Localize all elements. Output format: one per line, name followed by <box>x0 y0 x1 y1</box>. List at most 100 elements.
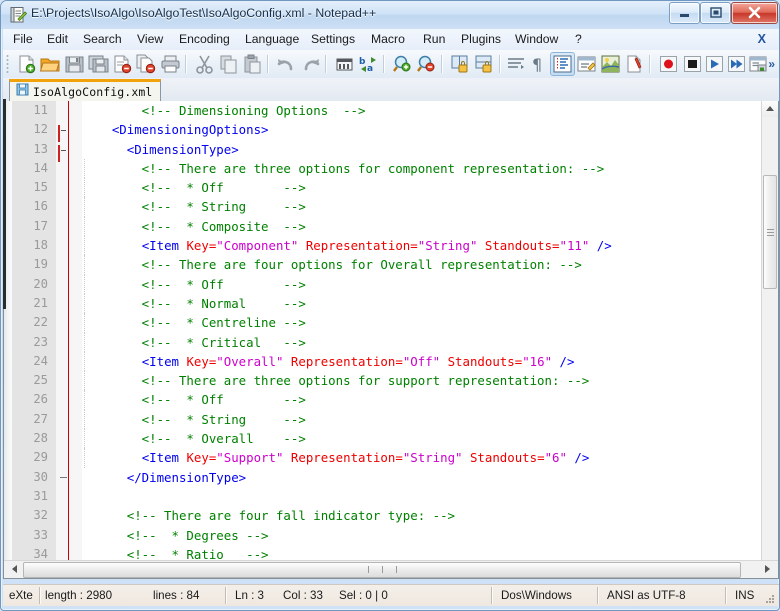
line-number: 21 <box>12 294 48 313</box>
fold-toggle-icon[interactable] <box>58 144 69 155</box>
title-bar: E:\Projects\IsoAlgo\IsoAlgoTest\IsoAlgoC… <box>1 1 780 29</box>
menu-item-plugins[interactable]: Plugins <box>455 29 507 50</box>
code-text: <!-- * Normal --> <box>82 294 306 313</box>
code-text: <!-- * Ratio --> <box>82 545 269 561</box>
fold-end-marker <box>60 477 67 478</box>
stop-recording-icon[interactable] <box>681 53 704 75</box>
zoom-out-icon[interactable] <box>415 53 438 75</box>
code-line: 16 <!-- * String --> <box>12 197 762 216</box>
line-number: 11 <box>12 101 48 120</box>
menu-item-file[interactable]: File <box>7 29 39 50</box>
find-icon[interactable] <box>333 53 356 75</box>
code-text: <!-- * Off --> <box>82 390 306 409</box>
close-document-button[interactable]: X <box>753 29 771 50</box>
line-number: 29 <box>12 448 48 467</box>
run-multiple-times-icon[interactable] <box>725 53 748 75</box>
resize-grip[interactable] <box>764 592 776 604</box>
menu-item-settings[interactable]: Settings <box>305 29 361 50</box>
menu-item-view[interactable]: View <box>131 29 169 50</box>
show-all-characters-icon[interactable]: ¶ <box>527 53 550 75</box>
close-button[interactable] <box>731 2 778 24</box>
start-recording-icon[interactable] <box>657 53 680 75</box>
user-defined-language-icon[interactable] <box>575 53 598 75</box>
toolbar-grip[interactable] <box>6 54 10 74</box>
document-map-icon[interactable] <box>599 53 622 75</box>
code-text: <!-- * Off --> <box>82 275 306 294</box>
cut-icon[interactable] <box>193 53 216 75</box>
toolbar-separator <box>185 55 187 73</box>
menu-item-edit[interactable]: Edit <box>41 29 74 50</box>
zoom-in-icon[interactable] <box>391 53 414 75</box>
menu-item-window[interactable]: Window <box>509 29 564 50</box>
print-icon[interactable] <box>159 53 182 75</box>
scroll-right-button[interactable] <box>760 561 776 577</box>
horizontal-scroll-thumb[interactable] <box>23 562 741 578</box>
code-line: 28 <!-- * Overall --> <box>12 429 762 448</box>
save-icon[interactable] <box>63 53 86 75</box>
maximize-restore-button[interactable] <box>700 2 731 24</box>
toolbar-overflow-button[interactable]: » <box>768 57 775 71</box>
code-line: 18 <Item Key="Component" Representation=… <box>12 236 762 255</box>
open-file-icon[interactable] <box>39 53 62 75</box>
replace-icon[interactable]: b a <box>357 53 380 75</box>
toolbar-separator <box>325 55 327 73</box>
menu-item-encoding[interactable]: Encoding <box>173 29 236 50</box>
status-lines: lines : 84 <box>153 585 233 606</box>
line-number: 26 <box>12 390 48 409</box>
save-macro-icon[interactable] <box>747 53 770 75</box>
code-line: 24 <Item Key="Overall" Representation="O… <box>12 352 762 371</box>
menu-item-macro[interactable]: Macro <box>365 29 411 50</box>
code-text: <DimensioningOptions> <box>82 120 269 139</box>
sync-horizontal-scroll-icon[interactable] <box>473 53 496 75</box>
menu-item-language[interactable]: Language <box>239 29 305 50</box>
minimize-button[interactable] <box>669 2 700 24</box>
menu-item-help[interactable]: ? <box>569 29 588 50</box>
code-text: <!-- * Centreline --> <box>82 313 306 332</box>
code-line: 14 <!-- There are three options for comp… <box>12 159 762 178</box>
line-number: 23 <box>12 333 48 352</box>
editor-scroll-edge <box>3 99 6 309</box>
code-text: <!-- * Composite --> <box>82 217 306 236</box>
status-doc-type: eXte <box>9 585 37 606</box>
close-all-files-icon[interactable] <box>135 53 158 75</box>
status-selection: Sel : 0 | 0 <box>339 585 419 606</box>
redo-icon[interactable] <box>299 53 322 75</box>
sync-vertical-scroll-icon[interactable] <box>449 53 472 75</box>
copy-icon[interactable] <box>217 53 240 75</box>
scroll-up-button[interactable] <box>762 101 778 117</box>
menu-item-search[interactable]: Search <box>77 29 128 50</box>
code-text: <!-- There are four fall indicator type:… <box>82 506 455 525</box>
save-all-icon[interactable] <box>87 53 110 75</box>
line-number: 27 <box>12 410 48 429</box>
line-number: 19 <box>12 255 48 274</box>
scroll-left-button[interactable] <box>6 561 22 577</box>
playback-icon[interactable] <box>703 53 726 75</box>
tab-label: IsoAlgoConfig.xml <box>33 85 152 99</box>
tab-isoalgoconfig-xml[interactable]: IsoAlgoConfig.xml <box>9 79 161 101</box>
code-line: 22 <!-- * Centreline --> <box>12 313 762 332</box>
horizontal-scrollbar[interactable] <box>4 560 778 578</box>
menu-bar: File Edit Search View Encoding Language … <box>3 29 779 51</box>
line-number: 12 <box>12 120 48 139</box>
function-list-icon[interactable] <box>623 53 646 75</box>
word-wrap-icon[interactable] <box>505 53 528 75</box>
vertical-scroll-thumb[interactable] <box>763 175 777 289</box>
fold-toggle-icon[interactable] <box>58 124 69 135</box>
toolbar-separator <box>499 55 501 73</box>
new-file-icon[interactable] <box>15 53 38 75</box>
code-text: <Item Key="Support" Representation="Stri… <box>82 448 589 467</box>
close-file-icon[interactable] <box>111 53 134 75</box>
toolbar-separator <box>383 55 385 73</box>
code-text: <Item Key="Component" Representation="St… <box>82 236 612 255</box>
undo-icon[interactable] <box>275 53 298 75</box>
code-line: 26 <!-- * Off --> <box>12 390 762 409</box>
vertical-scrollbar[interactable] <box>761 101 778 561</box>
code-view[interactable]: 11 <!-- Dimensioning Options -->12 <Dime… <box>12 101 762 561</box>
line-number: 30 <box>12 468 48 487</box>
menu-item-run[interactable]: Run <box>417 29 451 50</box>
saved-document-icon <box>16 83 29 101</box>
status-eol-format: Dos\Windows <box>501 585 611 606</box>
code-line: 17 <!-- * Composite --> <box>12 217 762 236</box>
paste-icon[interactable] <box>241 53 264 75</box>
indent-guideline-icon[interactable] <box>551 53 574 75</box>
